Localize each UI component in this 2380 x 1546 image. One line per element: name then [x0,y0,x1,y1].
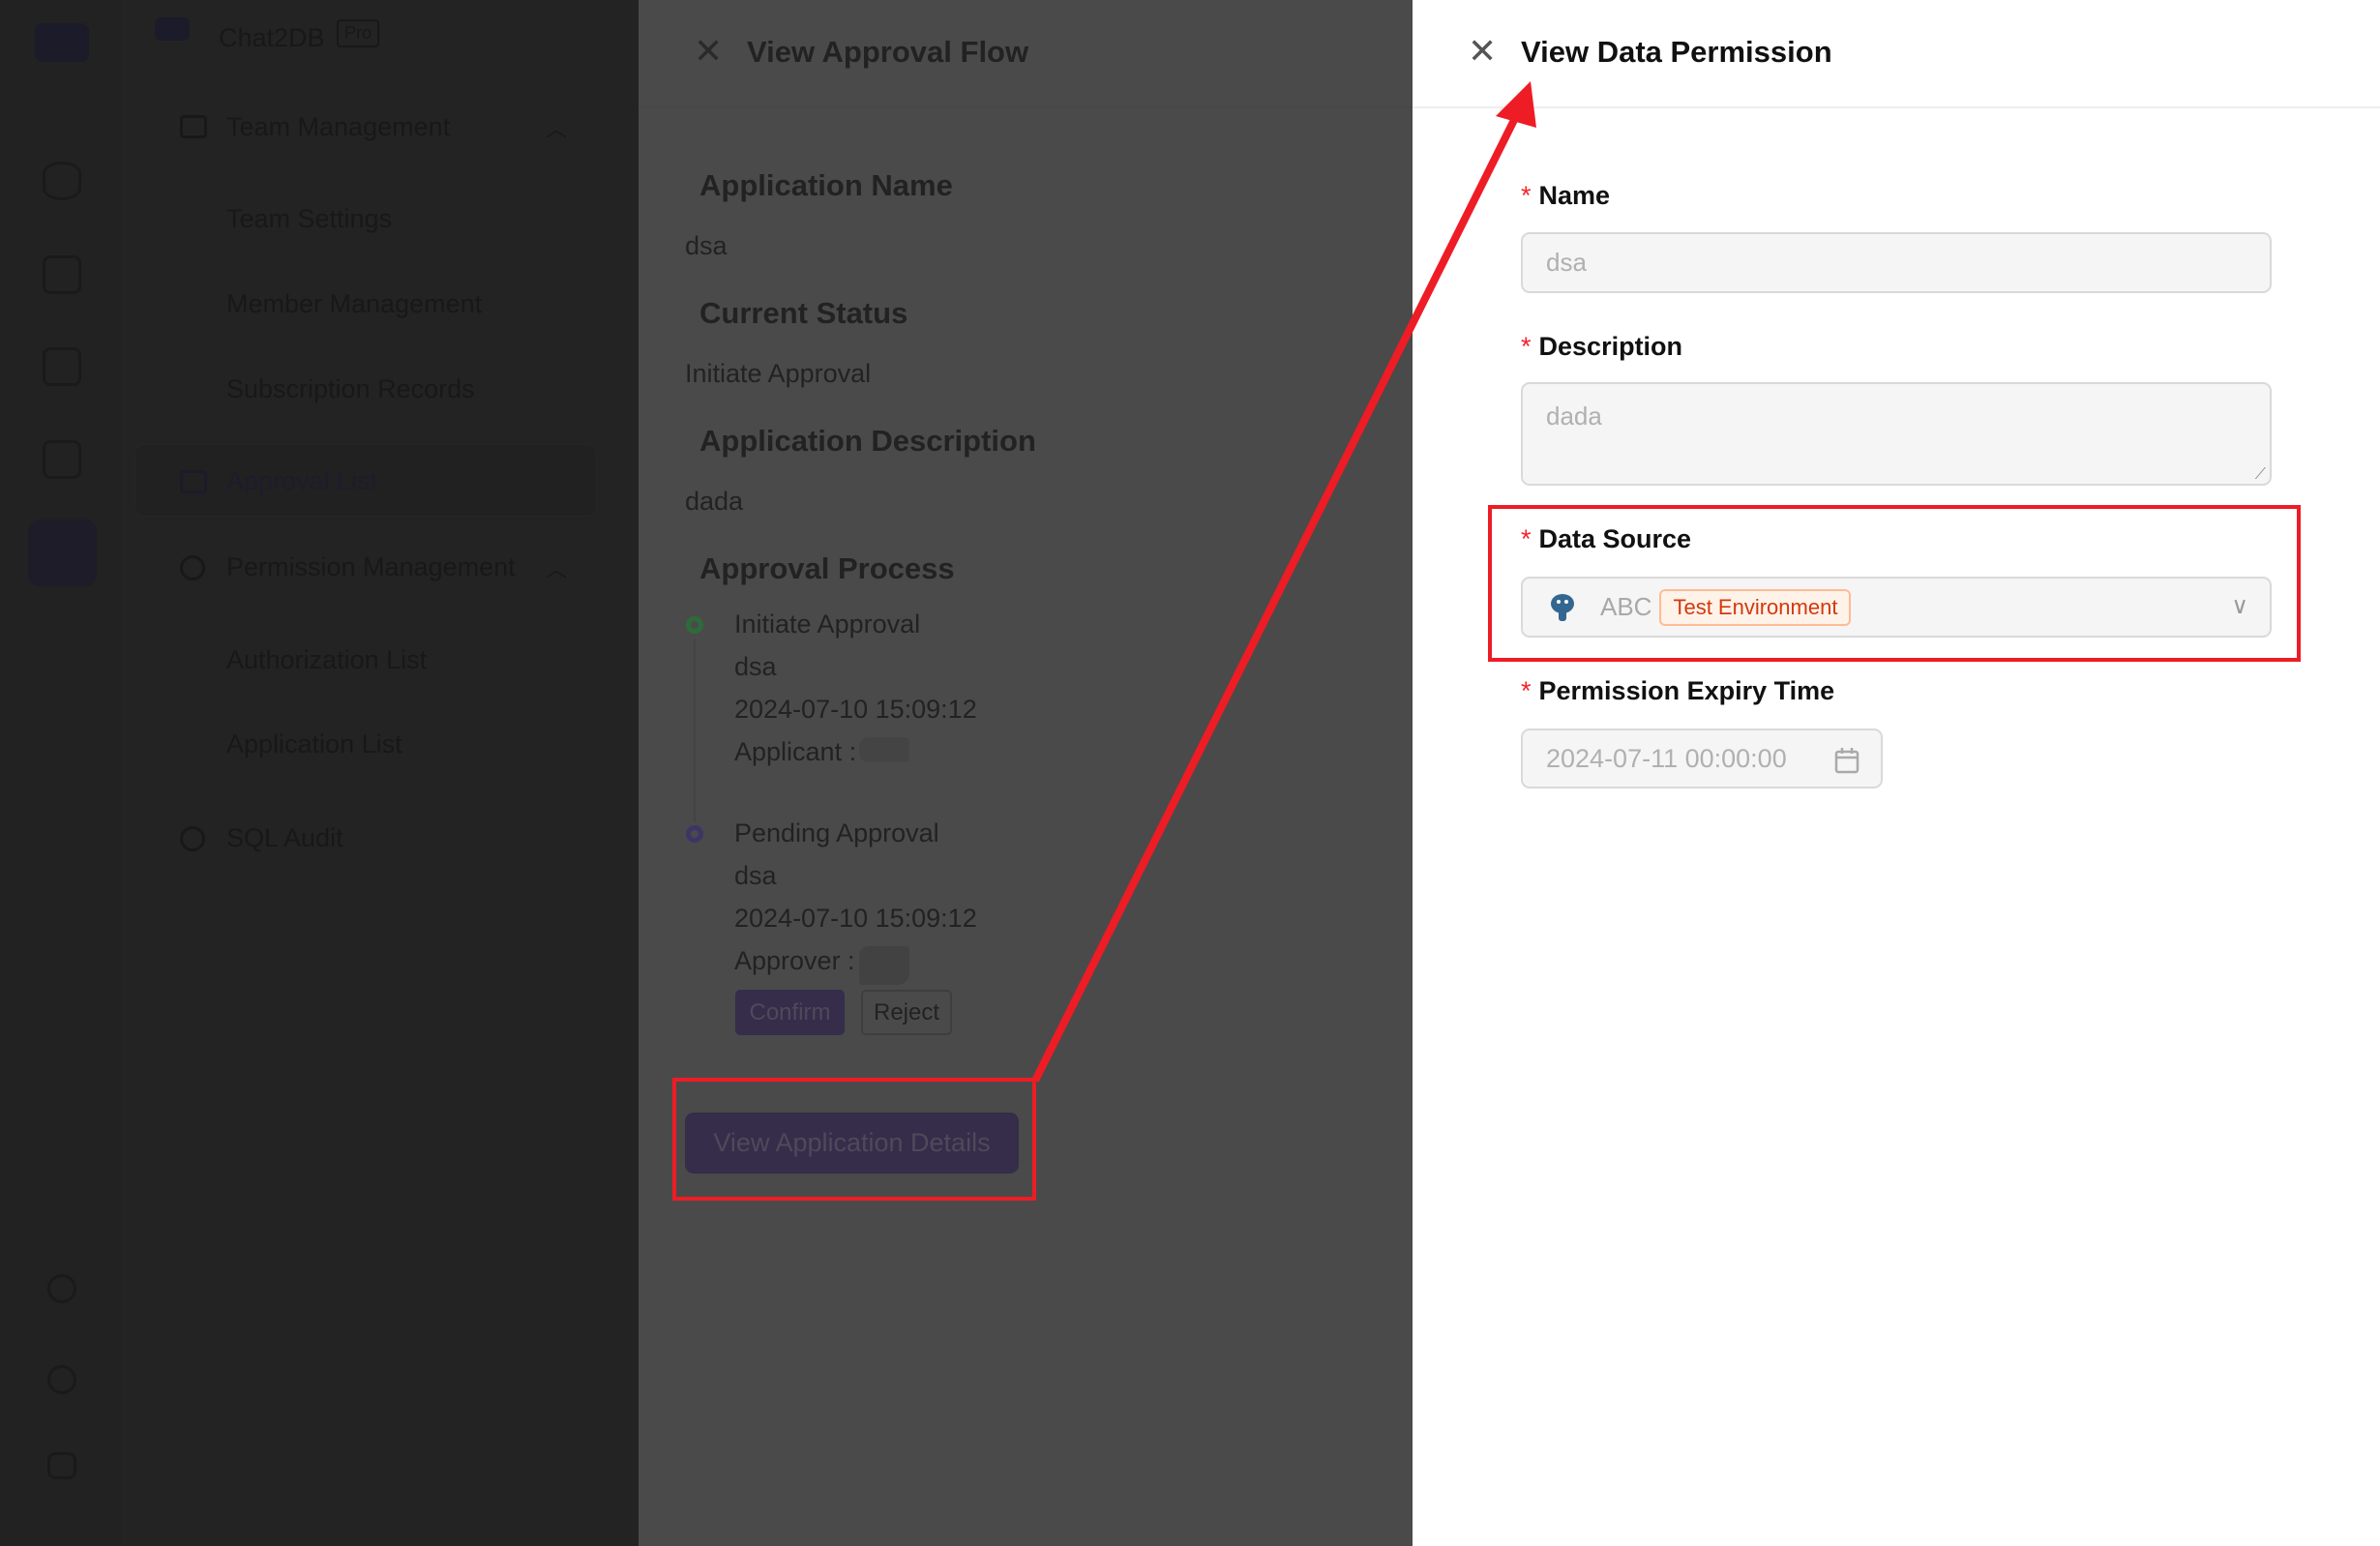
annotation-arrowhead [1496,81,1536,128]
annotation-arrow [1031,81,1536,1083]
annotation-arrow-line [1031,104,1525,1083]
